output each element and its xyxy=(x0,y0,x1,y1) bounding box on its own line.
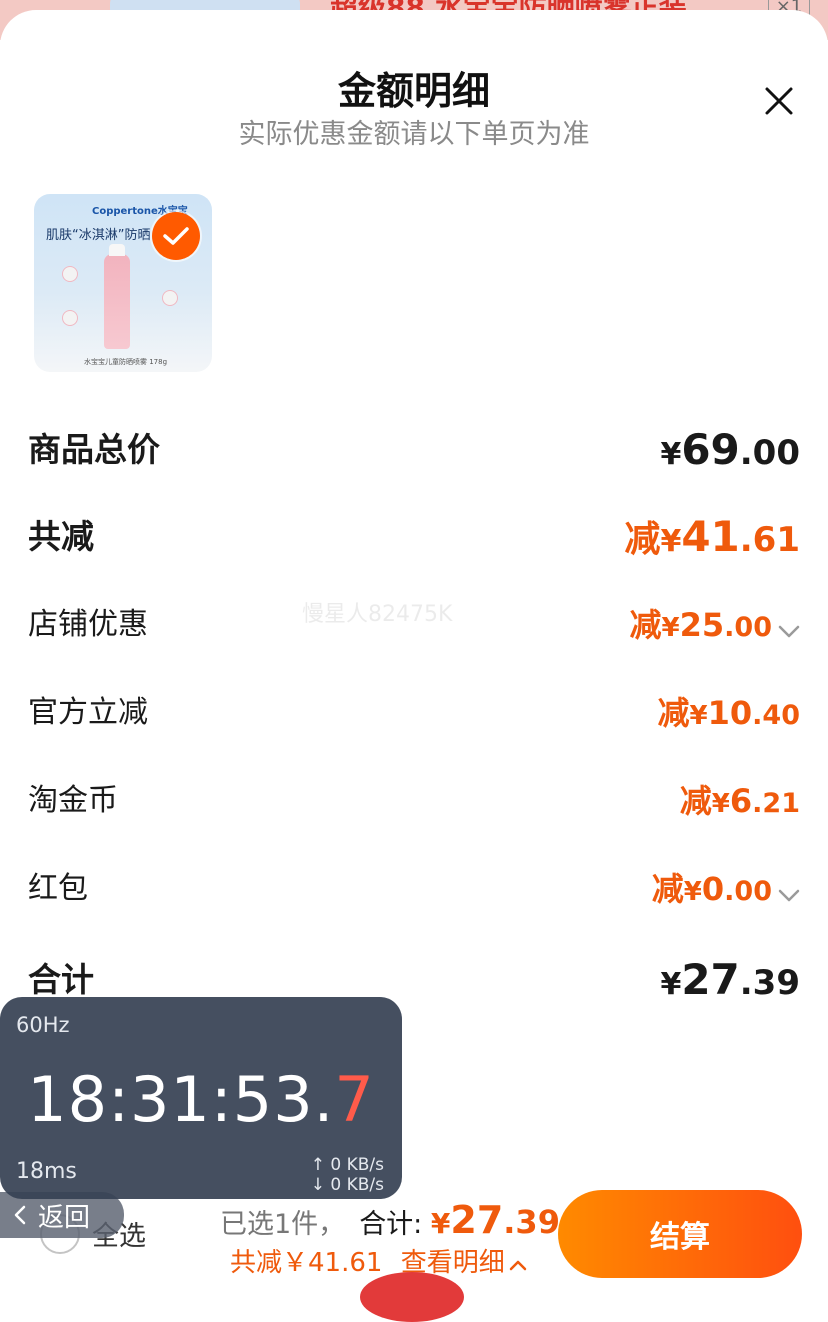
close-icon xyxy=(765,87,793,115)
discount-row-official: 官方立减 减¥10.40 xyxy=(28,688,800,738)
discount-amount: 减¥10.40 xyxy=(657,694,800,732)
discount-label: 店铺优惠 xyxy=(28,607,148,642)
total-discount-row: 共减 减¥41.61 xyxy=(28,512,800,562)
selected-count: 已选1件， xyxy=(220,1209,346,1240)
upload-speed: ↑ 0 KB/s xyxy=(310,1155,384,1175)
discount-row-redpacket[interactable]: 红包 减¥0.00 xyxy=(28,864,800,914)
chevron-down-icon xyxy=(778,625,800,637)
fps-monitor-overlay[interactable]: 60Hz 18:31:53.7 18ms ↑ 0 KB/s ↓ 0 KB/s xyxy=(0,997,402,1199)
total-label: 合计: xyxy=(359,1209,423,1240)
order-summary: 已选1件， 合计: ¥27.39 xyxy=(220,1198,560,1242)
total-discount-label: 共减 xyxy=(28,517,94,556)
goods-total-label: 商品总价 xyxy=(28,430,160,469)
discount-label: 红包 xyxy=(28,871,88,906)
product-image-caption: 水宝宝儿童防晒喷雾 178g xyxy=(84,358,168,366)
discount-row-shop[interactable]: 店铺优惠 减¥25.00 xyxy=(28,600,800,650)
sunscreen-bottle-image xyxy=(104,244,130,349)
discount-row-coins: 淘金币 减¥6.21 xyxy=(28,776,800,826)
discount-label: 官方立减 xyxy=(28,695,148,730)
total-amount: ¥27.39 xyxy=(430,1198,560,1242)
back-label: 返回 xyxy=(38,1202,91,1233)
selected-check-icon[interactable] xyxy=(152,212,200,260)
goods-total-amount: ¥69.00 xyxy=(660,425,800,474)
discount-summary-text: 共减￥41.61 xyxy=(230,1248,383,1278)
refresh-rate: 60Hz xyxy=(16,1013,70,1037)
download-speed: ↓ 0 KB/s xyxy=(310,1175,384,1195)
clock-readout: 18:31:53.7 xyxy=(27,1063,375,1136)
discount-amount: 减¥6.21 xyxy=(679,782,800,820)
feature-icon xyxy=(62,266,78,282)
chevron-down-icon xyxy=(778,889,800,901)
sheet-subtitle: 实际优惠金额请以下单页为准 xyxy=(238,119,590,150)
sheet-title: 金额明细 xyxy=(337,69,490,113)
subtotal-amount: ¥27.39 xyxy=(660,955,800,1004)
feature-icon xyxy=(62,310,78,326)
product-image-headline: 肌肤“冰淇淋”防晒 xyxy=(46,228,151,243)
checkout-button[interactable]: 结算 xyxy=(558,1190,802,1278)
floating-action-peek[interactable] xyxy=(360,1272,464,1322)
close-button[interactable] xyxy=(756,78,802,124)
goods-total-row: 商品总价 ¥69.00 xyxy=(28,425,800,475)
discount-amount: 减¥25.00 xyxy=(630,600,800,656)
checkmark-icon xyxy=(163,227,189,245)
chevron-up-icon xyxy=(509,1260,526,1271)
discount-summary: 共减￥41.61 查看明细 xyxy=(230,1242,527,1279)
feature-icon xyxy=(162,290,178,306)
total-discount-amount: 减¥41.61 xyxy=(624,512,800,561)
latency-readout: 18ms xyxy=(16,1159,77,1184)
discount-label: 淘金币 xyxy=(28,783,118,818)
discount-amount: 减¥0.00 xyxy=(652,864,800,920)
chevron-left-icon xyxy=(14,1205,26,1225)
